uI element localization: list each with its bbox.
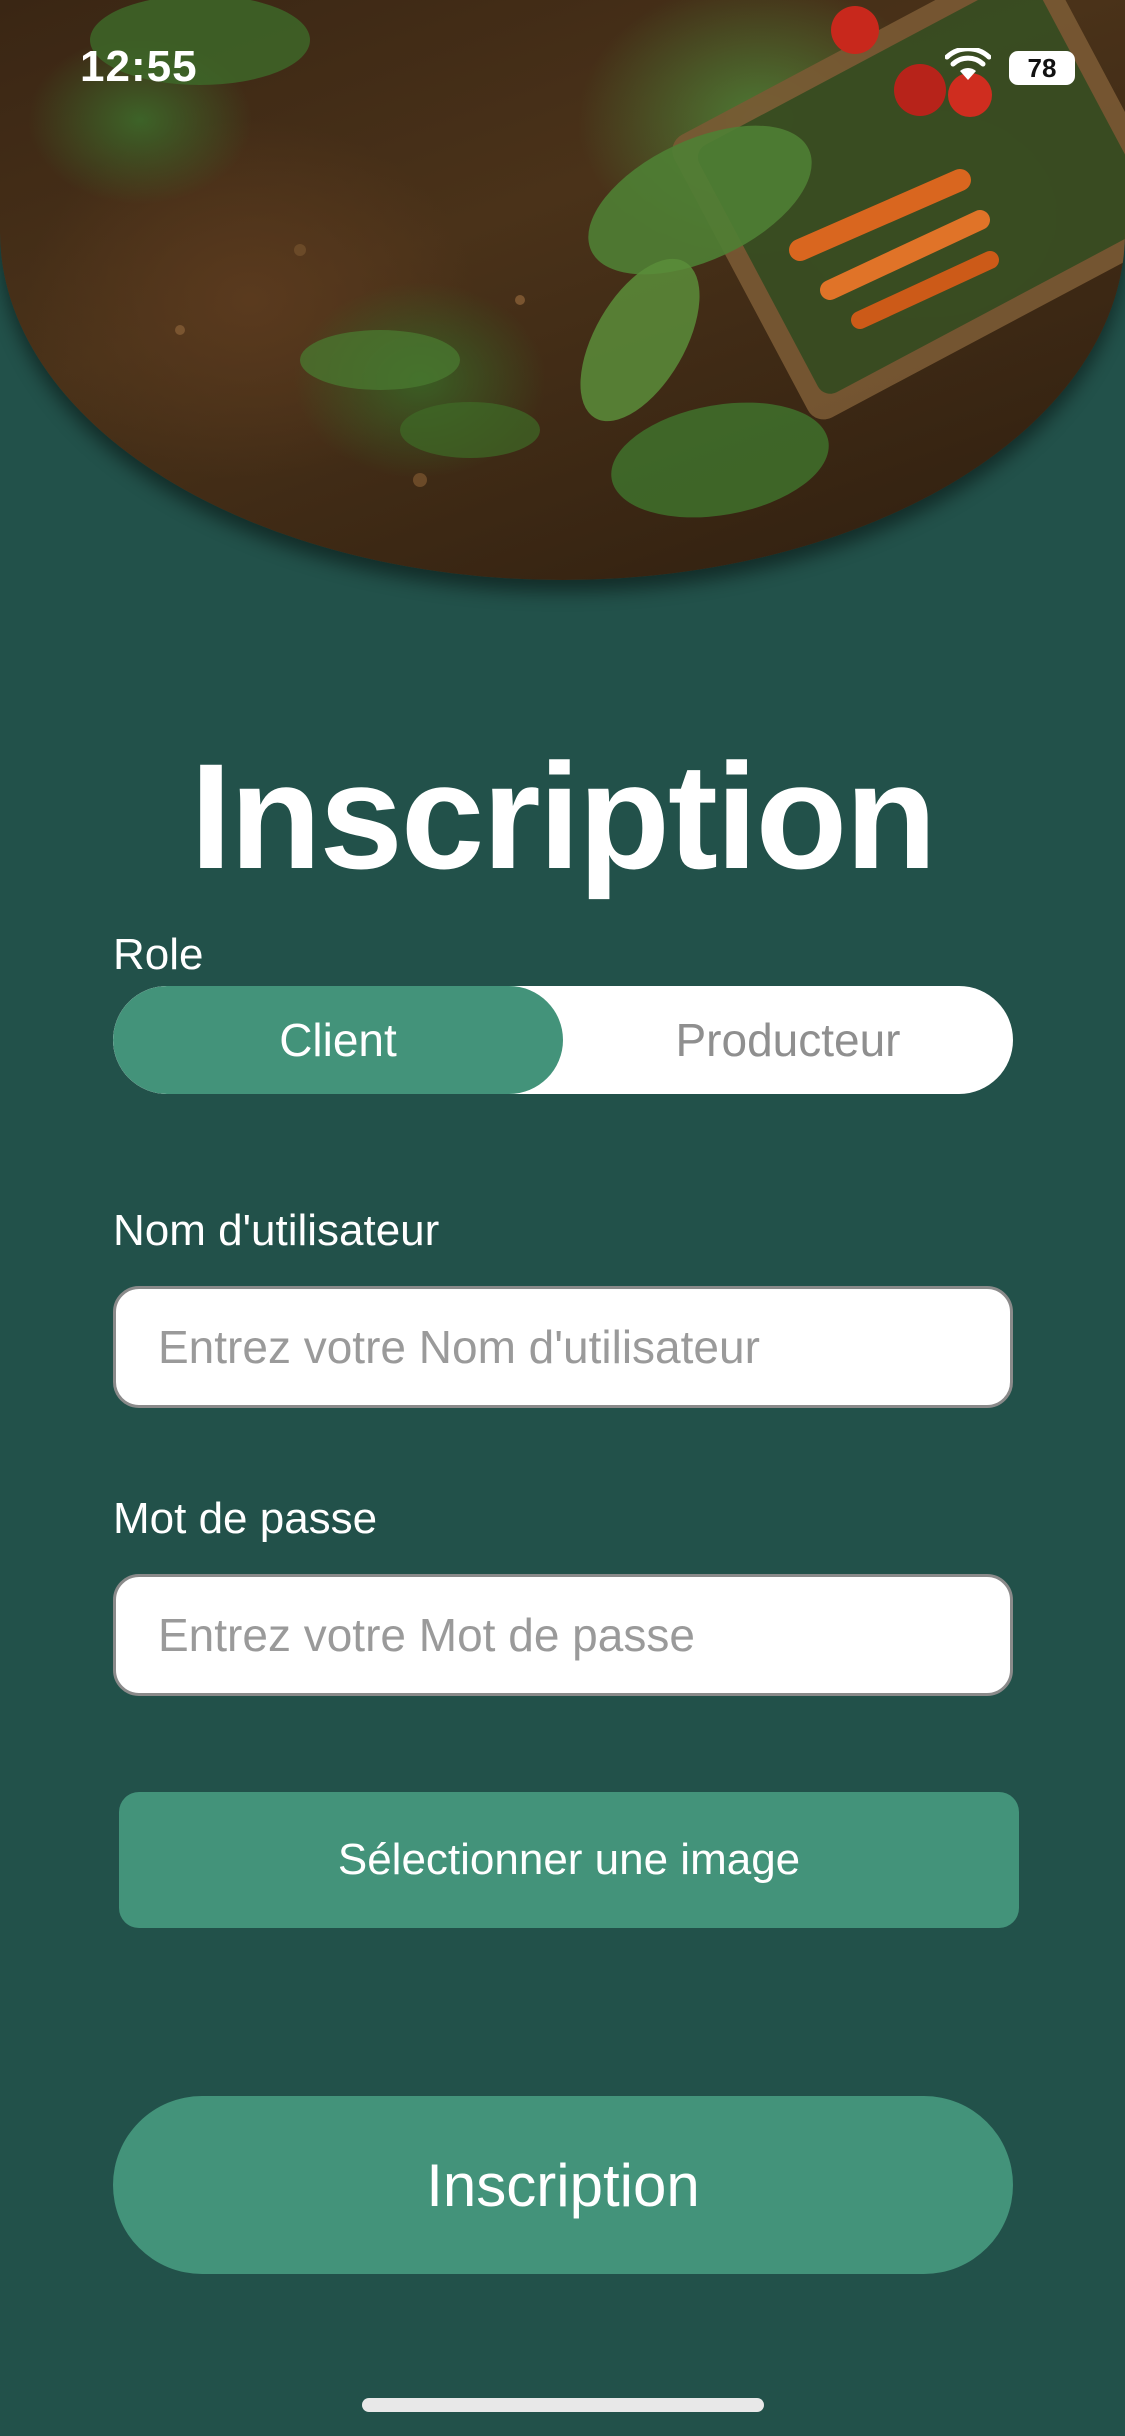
signup-button[interactable]: Inscription: [113, 2096, 1013, 2274]
wifi-icon: [944, 46, 992, 87]
battery-icon: 78: [1009, 50, 1075, 85]
page-title: Inscription: [190, 732, 937, 900]
password-label: Mot de passe: [113, 1494, 378, 1543]
role-option-producteur[interactable]: Producteur: [563, 986, 1013, 1094]
password-input[interactable]: [113, 1574, 1013, 1696]
role-segmented-control: Client Producteur: [113, 986, 1013, 1094]
username-input[interactable]: [113, 1286, 1013, 1408]
role-option-client[interactable]: Client: [113, 986, 563, 1094]
username-label: Nom d'utilisateur: [113, 1206, 440, 1255]
role-label: Role: [113, 930, 204, 979]
status-bar: 12:55 78: [0, 0, 1125, 140]
status-icons: 78: [944, 46, 1075, 87]
home-indicator: [362, 2398, 764, 2412]
status-time: 12:55: [80, 42, 198, 91]
select-image-button[interactable]: Sélectionner une image: [119, 1792, 1019, 1928]
